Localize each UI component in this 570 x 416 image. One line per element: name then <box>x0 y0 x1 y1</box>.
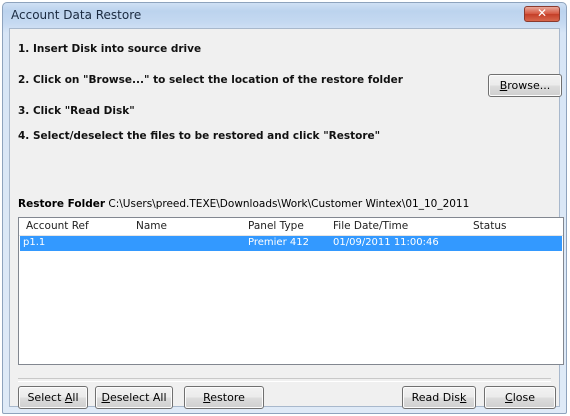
close-icon: ✕ <box>536 6 548 20</box>
deselect-all-button[interactable]: Deselect All <box>95 386 173 409</box>
cell-file-date-time: 01/09/2011 11:00:46 <box>333 237 439 248</box>
cell-account-ref: p1.1 <box>23 237 46 248</box>
restore-folder-label: Restore Folder <box>18 198 106 210</box>
browse-button[interactable]: Browse... <box>488 74 562 97</box>
read-disk-label: Read Disk <box>411 391 467 404</box>
column-file-date-time[interactable]: File Date/Time <box>333 220 408 232</box>
column-account-ref[interactable]: Account Ref <box>26 220 89 232</box>
restore-folder-path: C:\Users\preed.TEXE\Downloads\Work\Custo… <box>108 198 470 210</box>
button-divider <box>18 378 551 382</box>
step-2-text: 2. Click on "Browse..." to select the lo… <box>18 74 403 86</box>
restore-label: Restore <box>203 391 245 404</box>
select-all-button[interactable]: Select All <box>18 386 88 409</box>
window-title: Account Data Restore <box>11 8 142 22</box>
restore-folder-row: Restore Folder C:\Users\preed.TEXE\Downl… <box>18 198 469 210</box>
browse-label: Browse... <box>499 79 551 92</box>
step-1-text: 1. Insert Disk into source drive <box>18 43 202 55</box>
column-name[interactable]: Name <box>136 220 167 232</box>
restore-button[interactable]: Restore <box>184 386 264 409</box>
deselect-all-label: Deselect All <box>101 391 167 404</box>
cell-panel-type: Premier 412 <box>248 237 309 248</box>
select-all-label: Select All <box>27 391 79 404</box>
close-window-button[interactable]: ✕ <box>524 6 560 22</box>
title-bar[interactable]: Account Data Restore ✕ <box>3 3 566 27</box>
column-panel-type[interactable]: Panel Type <box>248 220 304 232</box>
dialog-client-area: 1. Insert Disk into source drive 2. Clic… <box>9 28 564 409</box>
account-files-list[interactable]: Account Ref Name Panel Type File Date/Ti… <box>18 217 564 365</box>
column-status[interactable]: Status <box>473 220 506 232</box>
account-data-restore-window: Account Data Restore ✕ 1. Insert Disk in… <box>2 2 567 414</box>
step-4-text: 4. Select/deselect the files to be resto… <box>18 130 381 142</box>
close-button[interactable]: Close <box>484 386 556 409</box>
table-row[interactable]: p1.1 Premier 412 01/09/2011 11:00:46 <box>20 236 562 251</box>
list-header: Account Ref Name Panel Type File Date/Ti… <box>19 218 563 236</box>
close-label: Close <box>505 391 535 404</box>
step-3-text: 3. Click "Read Disk" <box>18 105 135 117</box>
read-disk-button[interactable]: Read Disk <box>402 386 476 409</box>
